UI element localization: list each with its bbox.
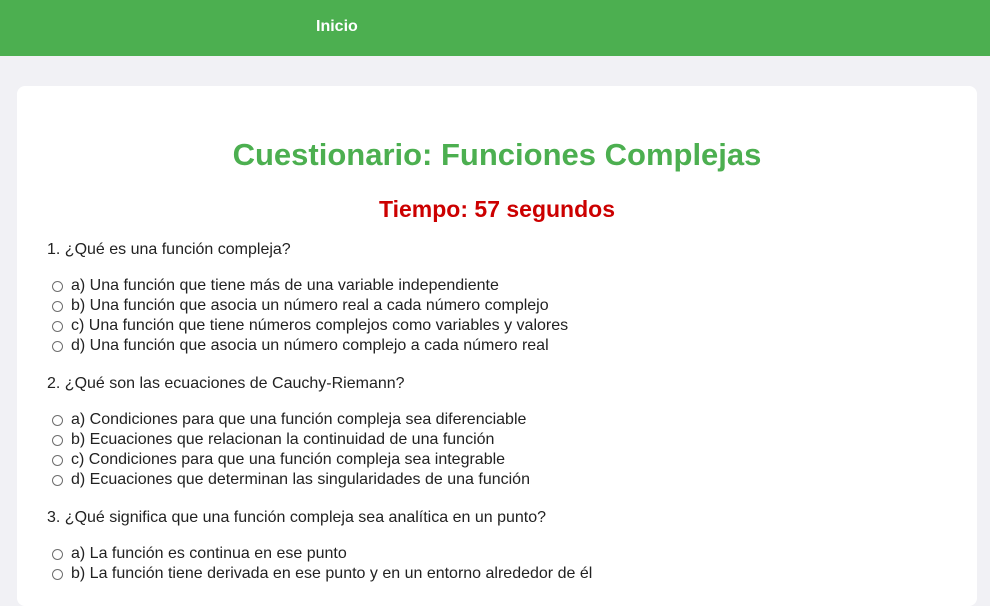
top-nav-bar: Inicio xyxy=(0,0,990,56)
radio-button[interactable] xyxy=(52,434,63,446)
option-label: c) Condiciones para que una función comp… xyxy=(71,451,506,468)
nav-home-link[interactable]: Inicio xyxy=(316,17,358,37)
option-label: d) Una función que asocia un número comp… xyxy=(71,337,549,354)
radio-button[interactable] xyxy=(52,414,63,426)
question-2-option-c[interactable]: c) Condiciones para que una función comp… xyxy=(52,450,505,470)
question-2-option-b[interactable]: b) Ecuaciones que relacionan la continui… xyxy=(52,430,494,450)
radio-button[interactable] xyxy=(52,568,63,580)
option-label: b) Una función que asocia un número real… xyxy=(71,297,549,314)
question-1-text: 1. ¿Qué es una función compleja? xyxy=(47,241,291,258)
option-label: a) Una función que tiene más de una vari… xyxy=(71,277,499,294)
question-1-option-d[interactable]: d) Una función que asocia un número comp… xyxy=(52,336,549,356)
option-label: a) La función es continua en ese punto xyxy=(71,545,347,562)
radio-button[interactable] xyxy=(52,548,63,560)
question-1-option-a[interactable]: a) Una función que tiene más de una vari… xyxy=(52,276,499,296)
question-3-option-b[interactable]: b) La función tiene derivada en ese punt… xyxy=(52,564,592,584)
radio-button[interactable] xyxy=(52,454,63,466)
option-label: b) La función tiene derivada en ese punt… xyxy=(71,565,593,582)
option-label: b) Ecuaciones que relacionan la continui… xyxy=(71,431,495,448)
timer-display: Tiempo: 57 segundos xyxy=(378,196,615,222)
radio-button[interactable] xyxy=(52,300,63,312)
question-2-option-d[interactable]: d) Ecuaciones que determinan las singula… xyxy=(52,470,530,490)
radio-button[interactable] xyxy=(52,280,63,292)
radio-button[interactable] xyxy=(52,474,63,486)
option-label: a) Condiciones para que una función comp… xyxy=(71,411,527,428)
option-label: c) Una función que tiene números complej… xyxy=(71,317,569,334)
question-1-option-b[interactable]: b) Una función que asocia un número real… xyxy=(52,296,549,316)
option-label: d) Ecuaciones que determinan las singula… xyxy=(71,471,530,488)
radio-button[interactable] xyxy=(52,320,63,332)
quiz-title: Cuestionario: Funciones Complejas xyxy=(232,137,762,172)
radio-button[interactable] xyxy=(52,340,63,352)
question-1-option-c[interactable]: c) Una función que tiene números complej… xyxy=(52,316,568,336)
question-2-text: 2. ¿Qué son las ecuaciones de Cauchy-Rie… xyxy=(47,375,405,392)
question-2-option-a[interactable]: a) Condiciones para que una función comp… xyxy=(52,410,526,430)
question-3-option-a[interactable]: a) La función es continua en ese punto xyxy=(52,544,347,564)
question-3-text: 3. ¿Qué significa que una función comple… xyxy=(47,509,546,526)
